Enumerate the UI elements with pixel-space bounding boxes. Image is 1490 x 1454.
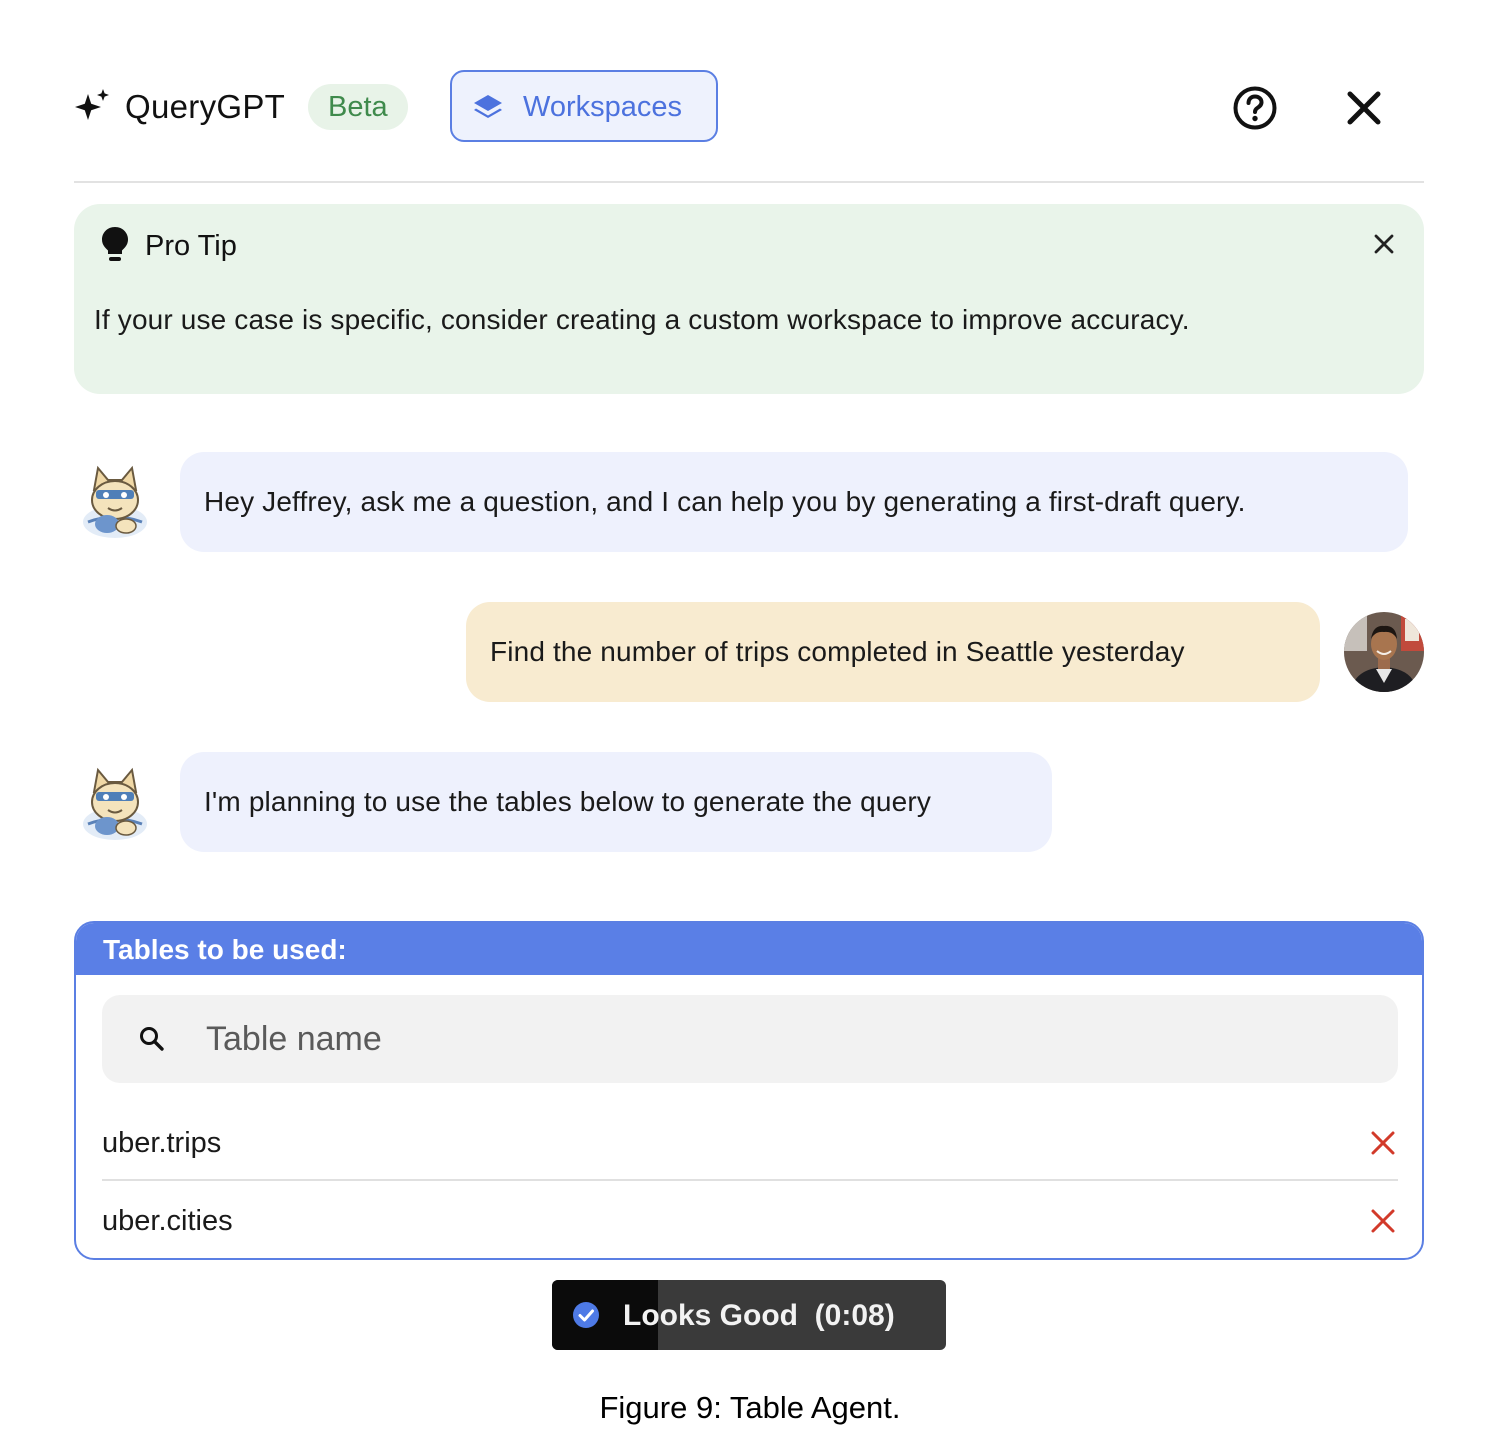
close-tip-icon[interactable] bbox=[1372, 232, 1396, 256]
tables-panel-title: Tables to be used: bbox=[103, 934, 347, 965]
table-search-input[interactable] bbox=[206, 995, 1356, 1083]
remove-table-icon[interactable] bbox=[1370, 1208, 1396, 1234]
user-message: Find the number of trips completed in Se… bbox=[466, 602, 1320, 702]
pro-tip-text: If your use case is specific, consider c… bbox=[94, 304, 1190, 335]
pro-tip-banner: Pro Tip If your use case is specific, co… bbox=[74, 204, 1424, 394]
table-name: uber.trips bbox=[102, 1127, 222, 1159]
looks-good-button[interactable]: Looks Good (0:08) bbox=[552, 1280, 946, 1350]
table-row: uber.cities bbox=[102, 1181, 1398, 1257]
user-avatar bbox=[1344, 612, 1424, 692]
looks-good-label: Looks Good (0:08) bbox=[623, 1280, 895, 1350]
workspaces-label: Workspaces bbox=[523, 91, 683, 123]
bot-avatar bbox=[83, 767, 147, 840]
table-row: uber.trips bbox=[102, 1103, 1398, 1179]
layers-icon bbox=[474, 95, 502, 118]
workspaces-button[interactable]: Workspaces bbox=[450, 70, 718, 142]
help-icon[interactable] bbox=[1231, 84, 1279, 132]
check-circle-icon bbox=[573, 1302, 599, 1328]
lightbulb-icon bbox=[102, 227, 128, 261]
beta-badge: Beta bbox=[308, 84, 408, 130]
tables-panel: Tables to be used: uber.trips uber.citie… bbox=[74, 921, 1424, 1260]
remove-table-icon[interactable] bbox=[1370, 1130, 1396, 1156]
looks-good-text: Looks Good bbox=[623, 1299, 798, 1332]
header: QueryGPT Beta Workspaces bbox=[74, 70, 1424, 144]
bot-message: I'm planning to use the tables below to … bbox=[180, 752, 1052, 852]
close-icon[interactable] bbox=[1342, 86, 1386, 130]
sparkle-icon bbox=[75, 89, 109, 120]
table-name: uber.cities bbox=[102, 1205, 233, 1237]
bot-message: Hey Jeffrey, ask me a question, and I ca… bbox=[180, 452, 1408, 552]
bot-avatar bbox=[83, 465, 147, 538]
figure-caption: Figure 9: Table Agent. bbox=[599, 1390, 901, 1425]
app-name: QueryGPT bbox=[125, 88, 286, 125]
countdown-timer: (0:08) bbox=[814, 1299, 895, 1332]
table-search-box bbox=[102, 995, 1398, 1083]
search-icon bbox=[140, 1027, 164, 1051]
header-divider bbox=[74, 181, 1424, 183]
pro-tip-title: Pro Tip bbox=[145, 230, 237, 262]
tables-panel-header: Tables to be used: bbox=[76, 923, 1422, 975]
